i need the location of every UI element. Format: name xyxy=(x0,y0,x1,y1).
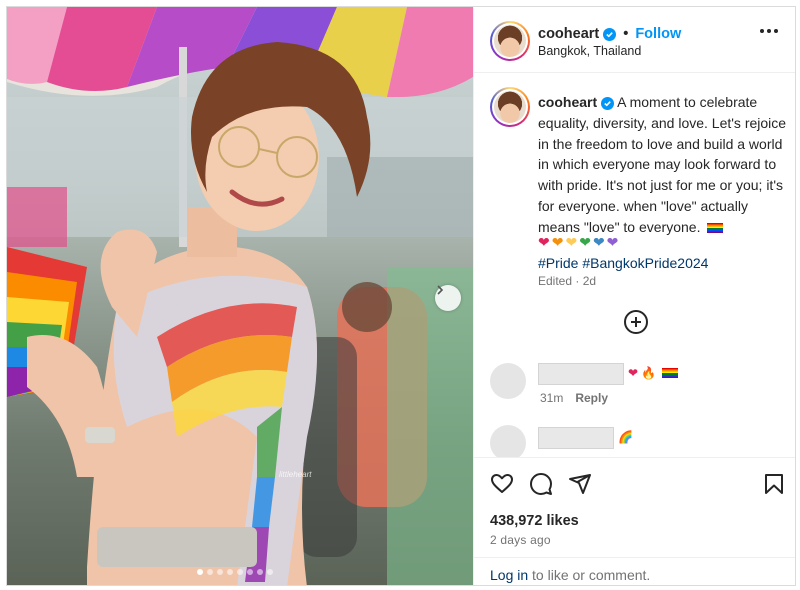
chevron-right-icon xyxy=(437,285,444,295)
hashtag-link[interactable]: #BangkokPride2024 xyxy=(582,255,708,271)
edited-timestamp: Edited · 2d xyxy=(538,274,597,288)
more-options-icon[interactable] xyxy=(760,29,778,33)
bookmark-icon[interactable] xyxy=(762,472,786,496)
redacted-username xyxy=(538,427,614,449)
heart-emoji: ❤ xyxy=(565,235,578,251)
hashtag-link[interactable]: #Pride xyxy=(538,255,578,271)
heart-emoji: ❤ xyxy=(606,235,619,251)
carousel-dot xyxy=(197,569,203,575)
rainbow-emoji: 🌈 xyxy=(618,430,633,444)
username-link[interactable]: cooheart xyxy=(538,26,599,42)
caption-avatar[interactable] xyxy=(490,87,530,127)
caption-username[interactable]: cooheart xyxy=(538,94,597,110)
reply-button[interactable]: Reply xyxy=(575,391,608,405)
share-icon[interactable] xyxy=(568,472,592,496)
heart-emoji: ❤ xyxy=(551,235,564,251)
post-side-panel: cooheart • Follow Bangkok, Thailand cooh… xyxy=(473,7,795,585)
comment-avatar[interactable] xyxy=(490,425,526,461)
carousel-dot xyxy=(247,569,253,575)
post-card: littleheart cooheart • Follow Bangkok, T… xyxy=(6,6,796,586)
comment-icon[interactable] xyxy=(529,472,553,496)
comment-meta: 31m Reply xyxy=(540,391,608,405)
comment-time: 31m xyxy=(540,391,564,405)
separator-dot: • xyxy=(623,26,629,42)
post-photo[interactable]: littleheart xyxy=(7,7,473,585)
rainbow-flag-icon xyxy=(707,222,724,233)
comment-text: 🌈 xyxy=(618,430,633,444)
carousel-indicator xyxy=(197,569,273,575)
avatar[interactable] xyxy=(490,21,530,61)
heart-emoji: ❤ xyxy=(579,235,591,251)
carousel-dot xyxy=(267,569,273,575)
carousel-dot xyxy=(217,569,223,575)
caption-text: A moment to celebrate equality, diversit… xyxy=(538,94,787,235)
carousel-dot xyxy=(227,569,233,575)
verified-icon xyxy=(601,97,615,110)
heart-emoji: ❤ xyxy=(538,235,550,251)
redacted-username xyxy=(538,363,624,385)
action-bar: 438,972 likes 2 days ago Log in to like … xyxy=(474,457,795,585)
photo-watermark: littleheart xyxy=(279,470,312,479)
rainbow-flag-icon xyxy=(662,368,679,378)
login-link[interactable]: Log in xyxy=(490,567,528,583)
post-caption: cooheart A moment to celebrate equality,… xyxy=(538,92,788,238)
photo-illustration xyxy=(7,7,473,585)
login-prompt: Log in to like or comment. xyxy=(474,557,795,585)
carousel-dot xyxy=(257,569,263,575)
load-more-comments-button[interactable] xyxy=(624,310,648,334)
location-link[interactable]: Bangkok, Thailand xyxy=(538,44,641,58)
login-prompt-text: to like or comment. xyxy=(528,567,651,583)
carousel-dot xyxy=(237,569,243,575)
carousel-dot xyxy=(207,569,213,575)
heart-emoji-row: ❤ ❤ ❤ ❤ ❤ ❤ xyxy=(538,235,618,251)
like-count[interactable]: 438,972 likes xyxy=(490,513,579,529)
post-header: cooheart • Follow Bangkok, Thailand xyxy=(474,7,795,73)
verified-icon xyxy=(603,27,617,41)
heart-emoji: ❤ xyxy=(592,235,605,251)
add-circle-icon xyxy=(631,317,641,327)
hashtags: #Pride #BangkokPride2024 xyxy=(538,253,708,273)
carousel-next-button[interactable] xyxy=(435,285,461,311)
comment-avatar[interactable] xyxy=(490,363,526,399)
post-timestamp: 2 days ago xyxy=(490,533,551,547)
heart-emoji: ❤ xyxy=(628,366,639,380)
heart-icon[interactable] xyxy=(490,472,514,496)
comment-text: ❤ 🔥 xyxy=(628,366,679,380)
header-username-row: cooheart • Follow xyxy=(538,26,681,42)
follow-button[interactable]: Follow xyxy=(635,26,681,42)
fire-emoji: 🔥 xyxy=(641,366,657,380)
